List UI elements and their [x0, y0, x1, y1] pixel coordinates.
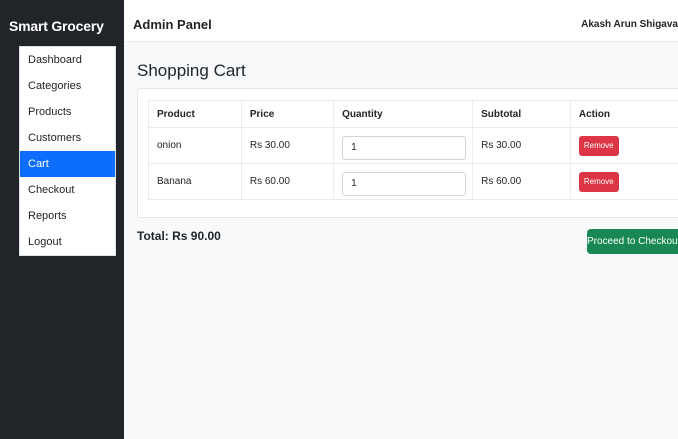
- main-content: Shopping Cart Product Price Quantity Sub…: [124, 42, 678, 439]
- quantity-input[interactable]: [342, 171, 467, 196]
- cell-quantity: [333, 163, 474, 200]
- table-row: onion Rs 30.00 Rs 30.00 Remove: [148, 127, 678, 164]
- column-header-subtotal: Subtotal: [472, 100, 571, 128]
- proceed-to-checkout-button[interactable]: Proceed to Checkout: [587, 229, 678, 254]
- cell-product: onion: [148, 127, 242, 164]
- cell-price: Rs 30.00: [240, 127, 335, 164]
- sidebar-item-dashboard[interactable]: Dashboard: [20, 47, 115, 73]
- column-header-action: Action: [569, 100, 678, 128]
- table-header-row: Product Price Quantity Subtotal Action: [148, 100, 678, 128]
- cart-card: Product Price Quantity Subtotal Action o…: [137, 88, 678, 218]
- remove-button[interactable]: Remove: [578, 171, 619, 192]
- column-header-quantity: Quantity: [333, 100, 474, 128]
- cart-table: Product Price Quantity Subtotal Action o…: [148, 100, 678, 200]
- cell-subtotal: Rs 30.00: [472, 127, 571, 164]
- page-title: Shopping Cart: [137, 61, 246, 80]
- cell-action: Remove: [569, 163, 678, 200]
- column-header-price: Price: [240, 100, 335, 128]
- cell-subtotal: Rs 60.00: [472, 163, 571, 200]
- cell-quantity: [333, 127, 474, 164]
- sidebar-item-logout[interactable]: Logout: [20, 229, 115, 255]
- cell-product: Banana: [148, 163, 242, 200]
- sidebar-item-customers[interactable]: Customers: [20, 125, 115, 151]
- sidebar: Smart Grocery Dashboard Categories Produ…: [0, 0, 124, 439]
- sidebar-menu: Dashboard Categories Products Customers …: [19, 46, 116, 256]
- sidebar-item-checkout[interactable]: Checkout: [20, 177, 115, 203]
- sidebar-item-reports[interactable]: Reports: [20, 203, 115, 229]
- sidebar-item-categories[interactable]: Categories: [20, 73, 115, 99]
- table-row: Banana Rs 60.00 Rs 60.00 Remove: [148, 163, 678, 200]
- user-name[interactable]: Akash Arun Shigava: [581, 19, 678, 30]
- sidebar-item-cart[interactable]: Cart: [20, 151, 115, 177]
- cart-total: Total: Rs 90.00: [137, 229, 221, 243]
- quantity-input[interactable]: [342, 135, 467, 160]
- cell-action: Remove: [569, 127, 678, 164]
- cell-price: Rs 60.00: [240, 163, 335, 200]
- brand-title: Smart Grocery: [9, 18, 104, 34]
- header-title: Admin Panel: [133, 17, 212, 32]
- remove-button[interactable]: Remove: [578, 135, 619, 156]
- sidebar-item-products[interactable]: Products: [20, 99, 115, 125]
- column-header-product: Product: [148, 100, 242, 128]
- top-navbar: Admin Panel Akash Arun Shigava: [124, 0, 678, 42]
